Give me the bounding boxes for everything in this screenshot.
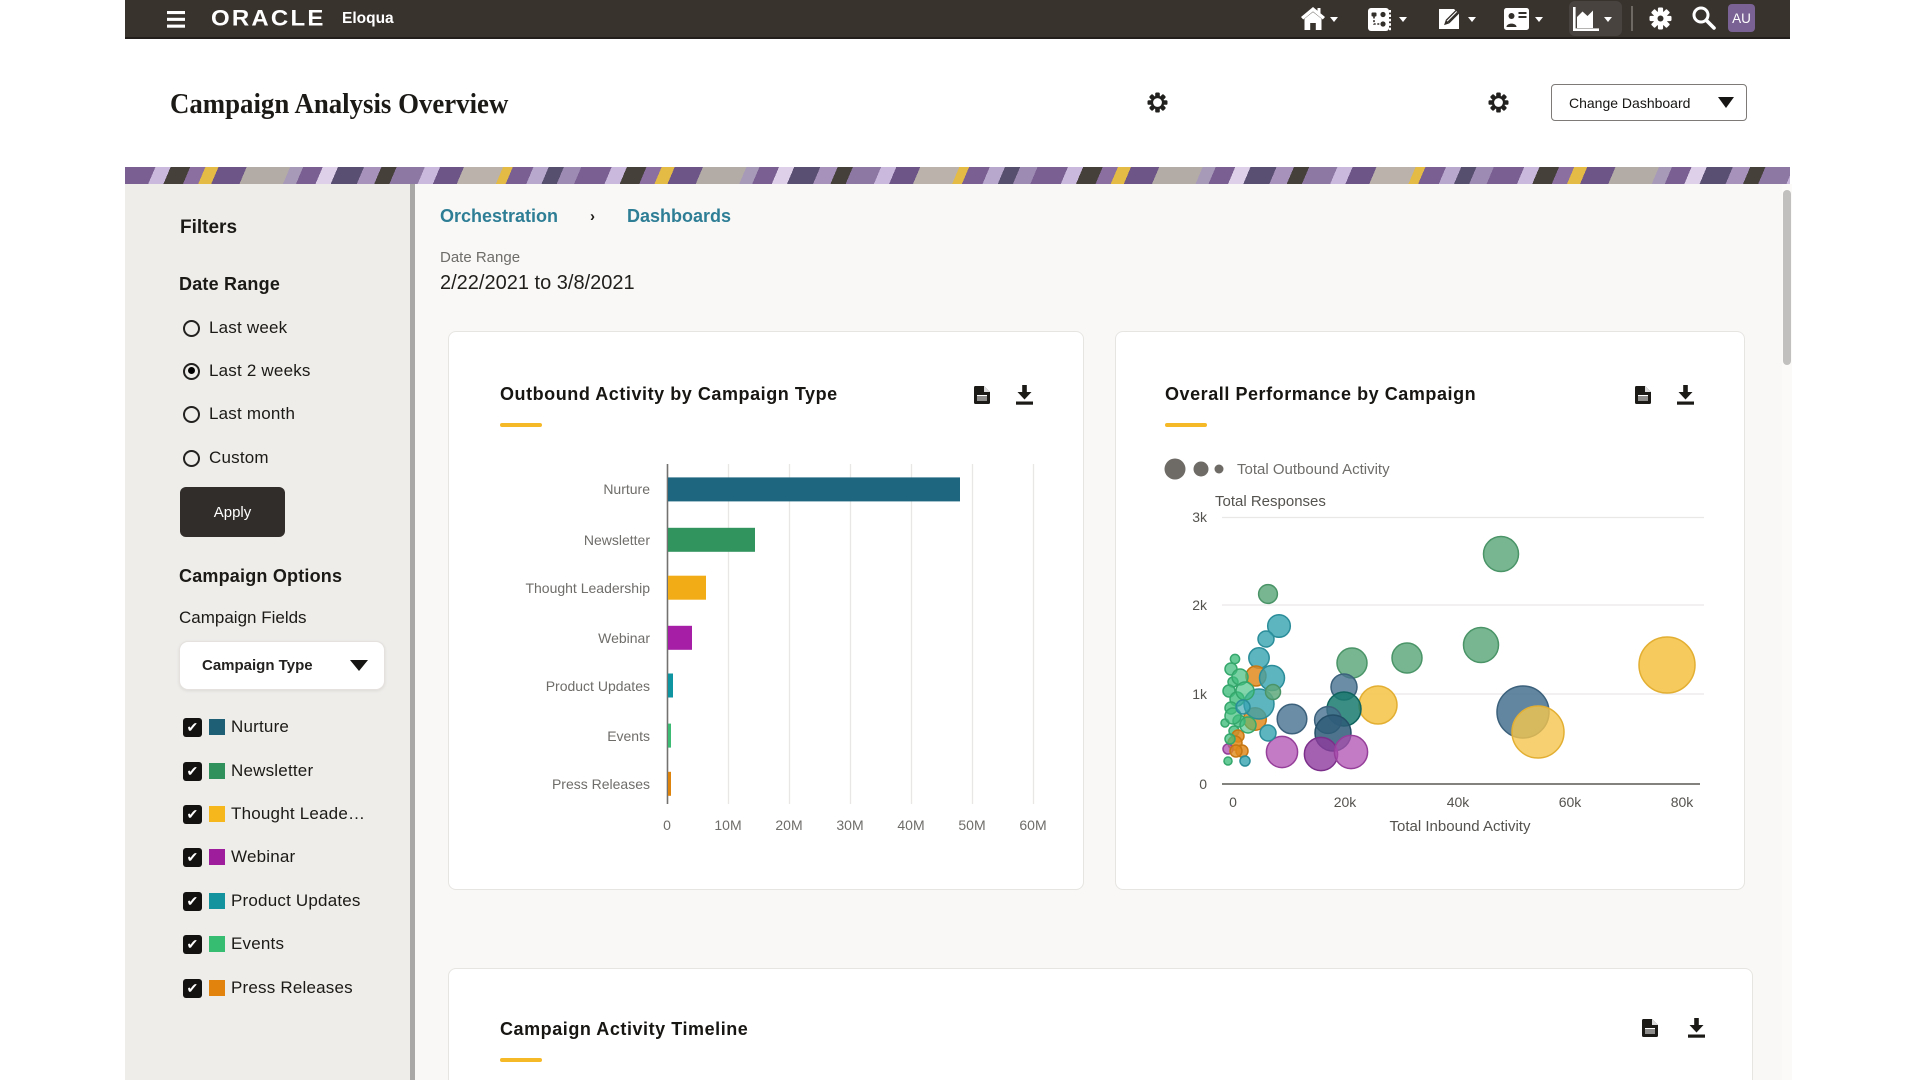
svg-text:Product Updates: Product Updates (546, 678, 650, 694)
svg-text:Events: Events (607, 728, 650, 744)
svg-text:Nurture: Nurture (603, 481, 650, 497)
svg-text:60k: 60k (1559, 794, 1583, 810)
svg-text:Total Outbound Activity: Total Outbound Activity (1237, 461, 1390, 478)
svg-text:40M: 40M (897, 817, 924, 833)
svg-text:40k: 40k (1447, 794, 1471, 810)
svg-text:0: 0 (1229, 794, 1237, 810)
svg-text:0: 0 (1199, 776, 1207, 792)
svg-text:80k: 80k (1671, 794, 1695, 810)
svg-text:50M: 50M (958, 817, 985, 833)
svg-text:Press Releases: Press Releases (552, 776, 650, 792)
svg-text:2k: 2k (1192, 597, 1208, 613)
svg-text:Webinar: Webinar (598, 630, 650, 646)
svg-text:3k: 3k (1192, 509, 1208, 525)
svg-text:60M: 60M (1019, 817, 1046, 833)
svg-text:10M: 10M (714, 817, 741, 833)
svg-text:Newsletter: Newsletter (584, 532, 650, 548)
svg-text:20k: 20k (1334, 794, 1358, 810)
svg-text:Thought Leadership: Thought Leadership (525, 580, 650, 596)
svg-text:Total Responses: Total Responses (1215, 493, 1326, 510)
svg-text:1k: 1k (1192, 686, 1208, 702)
svg-text:20M: 20M (775, 817, 802, 833)
svg-text:30M: 30M (836, 817, 863, 833)
svg-text:0: 0 (663, 817, 671, 833)
svg-text:Total Inbound Activity: Total Inbound Activity (1390, 818, 1531, 835)
